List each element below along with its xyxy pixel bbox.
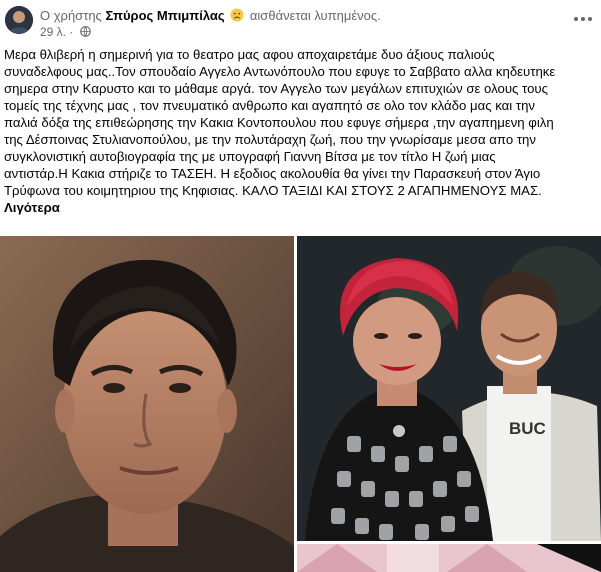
avatar-image [5, 6, 33, 34]
author-avatar[interactable] [5, 6, 33, 34]
facebook-post: Ο χρήστης Σπύρος Μπιμπίλας αισθάνεται λυ… [0, 0, 601, 572]
body-line: τομείς της τέχνης μας , τον πνευματικό α… [4, 98, 536, 113]
feeling-status: αισθάνεται λυπημένος. [249, 8, 381, 23]
post-header: Ο χρήστης Σπύρος Μπιμπίλας αισθάνεται λυ… [40, 8, 381, 23]
portrait-illustration [0, 236, 294, 572]
post-timestamp[interactable]: 29 λ. · [40, 25, 73, 39]
author-name[interactable]: Σπύρος Μπιμπίλας [105, 8, 224, 23]
body-line: Τρύφωνα του κοιμητηριου της Κηφισιας. ΚΑ… [4, 183, 542, 198]
see-less-link[interactable]: Λιγότερα [4, 199, 594, 216]
body-line: αντιστάρ.Η Κακια στήριζε το ΤΑΣΕΗ. Η εξο… [4, 166, 541, 181]
shirt-text: BUC [509, 419, 546, 438]
body-line: συγκλονιστική αυτοβιογραφία της με υπογρ… [4, 149, 496, 164]
post-meta: 29 λ. · [40, 25, 91, 39]
body-line: Μερα θλιβερή η σημερινή για το θεατρο μα… [4, 47, 495, 62]
photo-couple[interactable]: BUC [297, 236, 601, 541]
post-body: Μερα θλιβερή η σημερινή για το θεατρο μα… [4, 46, 594, 216]
body-line: της Δέσποινας Στυλιανοπούλου, με την πολ… [4, 132, 536, 147]
photo-partial-bottom[interactable] [297, 544, 601, 572]
body-line: σημερα στην Καρυστο και το μάθαμε αργά. … [4, 81, 548, 96]
globe-icon [79, 26, 91, 37]
photo-portrait-man[interactable] [0, 236, 294, 572]
sad-face-icon [230, 8, 244, 22]
pattern-illustration [297, 544, 601, 572]
more-options-icon[interactable] [571, 12, 595, 26]
body-line: συναδελφους μας..Τον σπουδαίο Αγγελο Αντ… [4, 64, 556, 79]
couple-illustration: BUC [297, 236, 601, 541]
author-prefix: Ο χρήστης [40, 8, 102, 23]
body-line: παλιά δόξα της επιθεώρησης την Κακια Κον… [4, 115, 554, 130]
